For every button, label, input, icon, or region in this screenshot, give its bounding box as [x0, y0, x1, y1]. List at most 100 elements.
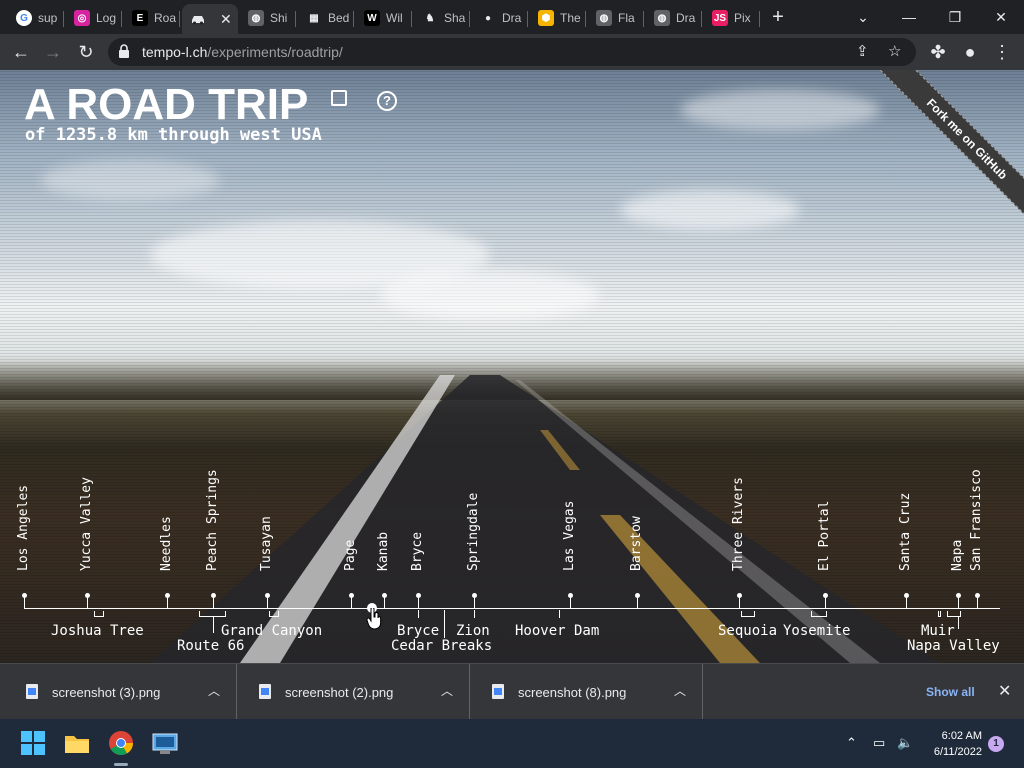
windows-start-icon[interactable]: [19, 729, 47, 757]
tab-label: Roa: [154, 11, 177, 25]
back-icon[interactable]: ←: [9, 40, 33, 64]
extensions-icon[interactable]: ✤: [926, 40, 950, 64]
region-label: Sequoia: [718, 623, 778, 639]
control-panel-icon[interactable]: [151, 729, 179, 757]
tab-1[interactable]: ◎ Log: [66, 4, 122, 32]
url-text: tempo-l.ch/experiments/roadtrip/: [142, 44, 343, 60]
tab-0[interactable]: Gsup: [8, 4, 64, 32]
new-tab-button[interactable]: +: [766, 6, 790, 30]
stop-label: Springdale: [466, 492, 481, 571]
tab-10[interactable]: ◍ Fla: [588, 4, 644, 32]
stop-stem: [87, 597, 88, 609]
tab-6[interactable]: W Wil: [356, 4, 412, 32]
github-icon: ●: [484, 12, 492, 24]
tab-9[interactable]: ⬢ The: [530, 4, 586, 32]
chevron-up-icon[interactable]: ︿: [441, 682, 453, 699]
stop-stem: [958, 597, 959, 609]
region-label: Zion: [456, 623, 490, 639]
chrome-icon[interactable]: [107, 729, 135, 757]
tab-label: Wil: [386, 11, 403, 25]
network-icon[interactable]: ▭: [873, 735, 885, 751]
reload-icon[interactable]: ↻: [74, 40, 98, 64]
roadtrip-page: A ROAD TRIP of 1235.8 km through west US…: [0, 70, 1024, 663]
forward-icon[interactable]: →: [41, 40, 65, 64]
tab-separator: [759, 11, 760, 27]
stop-label: El Portal: [817, 500, 832, 571]
tab-8[interactable]: ● Dra: [472, 4, 528, 32]
stop-stem: [351, 597, 352, 609]
tab-label: Bed: [328, 11, 350, 25]
help-icon[interactable]: ?: [377, 91, 397, 111]
tab-label: Log: [96, 11, 117, 25]
tab-label: Pix: [734, 11, 751, 25]
tab-separator: [527, 11, 528, 27]
stop-stem: [906, 597, 907, 609]
file-explorer-icon[interactable]: [63, 729, 91, 757]
show-hidden-icons[interactable]: ⌃: [846, 735, 857, 751]
horse-icon: ♞: [425, 12, 435, 24]
tab-7[interactable]: ♞ Sha: [414, 4, 470, 32]
bookmark-star-icon[interactable]: ☆: [888, 42, 901, 60]
stop-label: Bryce: [410, 531, 425, 571]
region-label: Bryce: [397, 623, 440, 639]
notification-badge[interactable]: 1: [988, 736, 1004, 752]
region-tick: [559, 610, 560, 618]
tab-label: Dra: [676, 11, 696, 25]
region-tick: [213, 617, 214, 633]
stop-stem: [267, 597, 268, 609]
tab-5[interactable]: ▦ Bed: [298, 4, 354, 32]
clock[interactable]: 6:02 AM 6/11/2022: [922, 728, 982, 760]
minimize-button[interactable]: —: [886, 4, 932, 30]
tab-label: The: [560, 11, 581, 25]
tab-3[interactable]: ✕: [182, 4, 238, 34]
profile-icon[interactable]: ●: [958, 40, 982, 64]
region-label: Napa Valley: [907, 638, 1000, 654]
menu-icon[interactable]: ⋮: [990, 40, 1014, 64]
tab-separator: [179, 11, 180, 27]
tab-separator: [469, 11, 470, 27]
close-window-button[interactable]: ✕: [978, 4, 1024, 30]
download-filename: screenshot (8).png: [518, 685, 627, 700]
stop-label: Three Rivers: [731, 477, 746, 571]
close-tab-icon[interactable]: ✕: [220, 11, 232, 28]
fullscreen-icon[interactable]: [331, 90, 347, 106]
tab-separator: [295, 11, 296, 27]
address-bar[interactable]: tempo-l.ch/experiments/roadtrip/ ⇪ ☆: [108, 38, 916, 66]
car-icon: [190, 11, 206, 27]
google-icon: G: [16, 10, 32, 26]
region-tick: [444, 610, 445, 638]
tab-separator: [353, 11, 354, 27]
region-tick: [958, 617, 959, 629]
globe-icon: ◍: [654, 10, 670, 26]
region-label: Hoover Dam: [515, 623, 600, 639]
region-bracket: [94, 611, 104, 617]
show-all-button[interactable]: Show all: [926, 685, 975, 699]
tab-11[interactable]: ◍ Dra: [646, 4, 702, 32]
stop-stem: [24, 597, 25, 609]
region-label: Yosemite: [783, 623, 851, 639]
region-tick: [474, 610, 475, 618]
chevron-up-icon[interactable]: ︿: [674, 682, 686, 699]
stop-label: Page: [343, 539, 358, 571]
tab-2[interactable]: E Roa: [124, 4, 180, 32]
stop-stem: [977, 597, 978, 609]
download-item[interactable]: screenshot (3).png ︿: [4, 664, 237, 720]
close-download-bar-icon[interactable]: ✕: [998, 681, 1011, 701]
tab-separator: [411, 11, 412, 27]
tab-strip: Gsup ◎ Log E Roa ✕ ◍ Shi ▦ Bed W Wil ♞ Sha ● Dra ⬢ The ◍ Fl…: [0, 0, 1024, 34]
tab-search-button[interactable]: ⌄: [840, 4, 886, 30]
tab-separator: [121, 11, 122, 27]
tab-separator: [63, 11, 64, 27]
restore-button[interactable]: ❐: [932, 4, 978, 30]
stop-stem: [418, 597, 419, 609]
tab-12[interactable]: JS Pix: [704, 4, 760, 32]
globe-icon: ◍: [248, 10, 264, 26]
share-icon[interactable]: ⇪: [856, 42, 869, 60]
globe-icon: ◍: [596, 10, 612, 26]
chevron-up-icon[interactable]: ︿: [208, 682, 220, 699]
download-item[interactable]: screenshot (2).png ︿: [237, 664, 470, 720]
download-item[interactable]: screenshot (8).png ︿: [470, 664, 703, 720]
region-label: Grand Canyon: [221, 623, 323, 639]
tab-4[interactable]: ◍ Shi: [240, 4, 296, 32]
volume-icon[interactable]: 🔈: [897, 735, 913, 751]
